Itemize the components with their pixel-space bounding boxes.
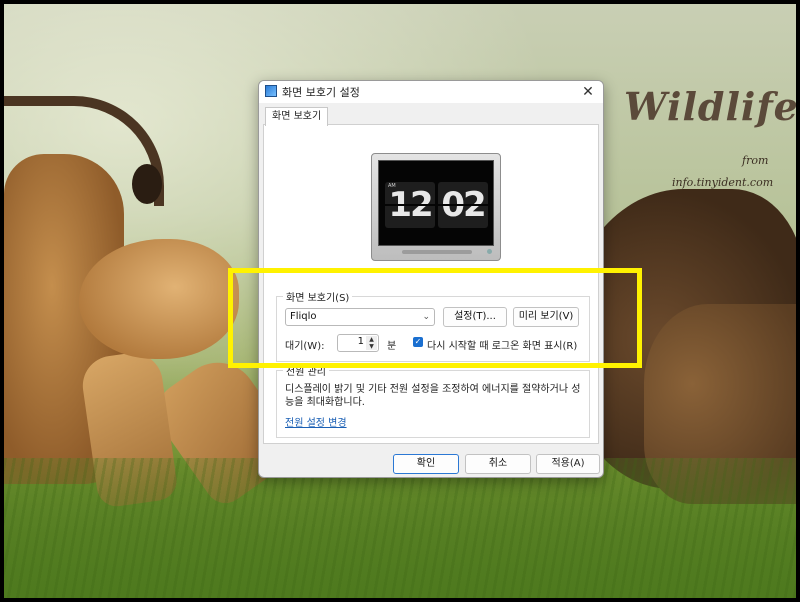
- resume-logon-checkbox[interactable]: ✓: [413, 337, 423, 347]
- monitor-power-led: [487, 249, 492, 254]
- clock-ampm: AM: [388, 183, 396, 189]
- screensaver-settings-dialog: 화면 보호기 설정 ✕ 화면 보호기 AM 12 02 화면 보호기(S) Fl…: [258, 80, 604, 478]
- tab-panel: AM 12 02 화면 보호기(S) Fliqlo ⌄ 설정(T)... 미리 …: [263, 124, 599, 444]
- wallpaper-lioness-head: [79, 239, 239, 359]
- apply-button[interactable]: 적용(A): [536, 454, 600, 474]
- preview-screen: AM 12 02: [378, 160, 494, 246]
- monitor-stand: [402, 250, 472, 254]
- monitor-icon: [265, 85, 277, 97]
- wallpaper-grass: [4, 458, 796, 598]
- cancel-button[interactable]: 취소: [465, 454, 531, 474]
- power-description: 디스플레이 밝기 및 기타 전원 설정을 조정하여 에너지를 절약하거나 성능을…: [285, 384, 581, 408]
- power-management-group: 전원 관리 디스플레이 밝기 및 기타 전원 설정을 조정하여 에너지를 절약하…: [276, 363, 590, 438]
- dialog-title: 화면 보호기 설정: [282, 86, 360, 99]
- wait-unit: 분: [387, 341, 397, 352]
- close-icon[interactable]: ✕: [577, 82, 599, 102]
- wallpaper-lion-tail-tip: [132, 164, 162, 204]
- dialog-titlebar[interactable]: 화면 보호기 설정 ✕: [259, 81, 603, 103]
- watermark-from: from: [742, 154, 769, 167]
- monitor-preview: AM 12 02: [371, 153, 501, 261]
- resume-logon-label[interactable]: 다시 시작할 때 로그온 화면 표시(R): [427, 337, 577, 352]
- watermark-title: Wildlife: [624, 84, 796, 129]
- clock-minute: 02: [438, 182, 488, 228]
- power-group-legend: 전원 관리: [283, 363, 329, 378]
- wait-stepper[interactable]: 1 ▲ ▼: [337, 334, 379, 352]
- tab-screensaver[interactable]: 화면 보호기: [265, 107, 329, 126]
- chevron-up-icon[interactable]: ▲: [366, 336, 377, 343]
- wait-label: 대기(W):: [285, 341, 325, 352]
- ok-button[interactable]: 확인: [393, 454, 459, 474]
- chevron-down-icon[interactable]: ▼: [366, 343, 377, 350]
- chevron-down-icon: ⌄: [422, 312, 430, 322]
- screensaver-group: 화면 보호기(S) Fliqlo ⌄ 설정(T)... 미리 보기(V) 대기(…: [276, 289, 590, 362]
- screensaver-selected: Fliqlo: [290, 311, 317, 322]
- change-power-settings-link[interactable]: 전원 설정 변경: [285, 414, 347, 429]
- watermark-site: info.tinyident.com: [672, 176, 774, 189]
- screensaver-select[interactable]: Fliqlo ⌄: [285, 308, 435, 326]
- preview-button[interactable]: 미리 보기(V): [513, 307, 579, 327]
- settings-button[interactable]: 설정(T)...: [443, 307, 507, 327]
- screensaver-group-legend: 화면 보호기(S): [283, 289, 353, 304]
- wait-value: 1: [357, 336, 364, 347]
